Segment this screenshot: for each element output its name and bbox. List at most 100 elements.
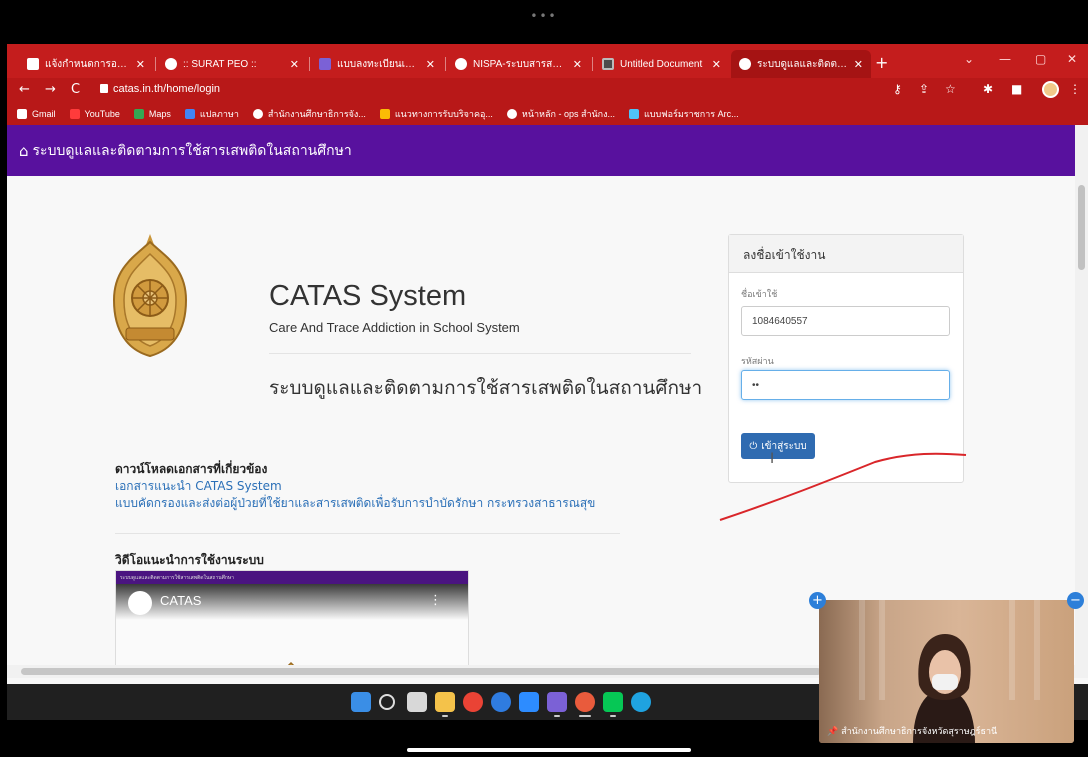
- pin-icon: 📌: [827, 727, 839, 737]
- web-page: ⌂ ระบบดูแลและติดตามการใช้สารเสพติดในสถาน…: [7, 125, 1075, 665]
- bookmark-forms[interactable]: แบบฟอร์มราชการ Arc...: [629, 107, 739, 121]
- extensions-puzzle-icon[interactable]: ✱: [983, 82, 993, 96]
- scrollbar-thumb[interactable]: [1078, 185, 1085, 270]
- password-input[interactable]: [741, 370, 950, 400]
- close-icon[interactable]: ✕: [712, 58, 721, 71]
- bookmark-maps[interactable]: Maps: [133, 109, 171, 119]
- address-bar: ← → C catas.in.th/home/login ⚷ ⇪ ☆ ✱ ■ ⋮: [7, 78, 1088, 103]
- zoom-icon[interactable]: [519, 692, 539, 712]
- bookmark-donation-guide[interactable]: แนวทางการรับบริจาคอุ...: [379, 107, 493, 121]
- window-close-icon[interactable]: ✕: [1067, 52, 1077, 66]
- tab-5[interactable]: Untitled Document ✕: [594, 50, 729, 78]
- username-input[interactable]: [741, 306, 950, 336]
- bookmark-youtube[interactable]: YouTube: [69, 109, 120, 119]
- line-icon[interactable]: [603, 692, 623, 712]
- divider: [115, 533, 620, 534]
- close-icon[interactable]: ✕: [290, 58, 299, 71]
- gmail-icon: [17, 109, 27, 119]
- bookmark-translate[interactable]: แปลภาษา: [184, 107, 239, 121]
- more-options-dots[interactable]: •••: [0, 9, 1088, 23]
- participant-video-tile[interactable]: 📌 สำนักงานศึกษาธิการจังหวัดสุราษฎร์ธานี: [819, 600, 1074, 743]
- tab-strip: แจ้งกำหนดการอบรมเชิ ✕ :: SURAT PEO :: ✕ …: [7, 44, 1088, 78]
- pdf-icon[interactable]: [547, 692, 567, 712]
- video-top-bar: ระบบดูแลและติดตามการใช้สารเสพติดในสถานศึ…: [116, 571, 468, 584]
- embedded-video-player[interactable]: ระบบดูแลและติดตามการใช้สารเสพติดในสถานศึ…: [115, 570, 469, 665]
- profile-avatar[interactable]: [1042, 81, 1059, 98]
- globe-icon: [252, 109, 263, 119]
- share-icon[interactable]: ⇪: [919, 82, 929, 96]
- lock-icon: [100, 84, 108, 93]
- bookmark-education-office[interactable]: สำนักงานศึกษาธิการจัง...: [252, 107, 366, 121]
- app-icon[interactable]: [491, 692, 511, 712]
- home-indicator[interactable]: [407, 748, 691, 752]
- navbar-brand[interactable]: ระบบดูแลและติดตามการใช้สารเสพติดในสถานศึ…: [33, 140, 352, 162]
- system-subtitle: Care And Trace Addiction in School Syste…: [269, 320, 520, 335]
- browser-window: แจ้งกำหนดการอบรมเชิ ✕ :: SURAT PEO :: ✕ …: [7, 44, 1088, 684]
- page-content: CATAS System Care And Trace Addiction in…: [7, 176, 1075, 665]
- form-icon: [319, 58, 331, 70]
- tab-2[interactable]: :: SURAT PEO :: ✕: [157, 50, 307, 78]
- task-view-icon[interactable]: [407, 692, 427, 712]
- back-arrow-icon[interactable]: ←: [19, 82, 30, 97]
- forward-arrow-icon[interactable]: →: [45, 82, 56, 97]
- minimize-video-icon[interactable]: −: [1067, 592, 1084, 609]
- screen-share-frame: ••• แจ้งกำหนดการอบรมเชิ ✕ :: SURAT PEO :…: [0, 0, 1088, 757]
- close-icon[interactable]: ✕: [426, 58, 435, 71]
- key-icon[interactable]: ⚷: [893, 82, 902, 96]
- new-tab-button[interactable]: +: [875, 53, 888, 72]
- participant-caption: 📌 สำนักงานศึกษาธิการจังหวัดสุราษฎร์ธานี: [827, 727, 998, 737]
- username-label: ชื่อเข้าใช้: [741, 290, 778, 300]
- edge-icon[interactable]: [631, 692, 651, 712]
- gmail-icon: [27, 58, 39, 70]
- power-icon: ⏻: [749, 440, 758, 452]
- reload-icon[interactable]: C: [71, 82, 80, 97]
- bookmark-gmail[interactable]: Gmail: [17, 109, 56, 119]
- url-field[interactable]: catas.in.th/home/login: [113, 83, 220, 95]
- video-menu-icon[interactable]: ⋮: [429, 593, 442, 608]
- kebab-menu-icon[interactable]: ⋮: [1069, 82, 1081, 96]
- search-icon[interactable]: [379, 694, 395, 710]
- login-panel-title: ลงชื่อเข้าใช้งาน: [729, 235, 963, 273]
- password-label: รหัสผ่าน: [741, 357, 774, 367]
- tab-1[interactable]: แจ้งกำหนดการอบรมเชิ ✕: [19, 50, 153, 78]
- system-title: CATAS System: [269, 280, 467, 312]
- vertical-scrollbar[interactable]: [1075, 125, 1088, 665]
- home-icon[interactable]: ⌂: [19, 142, 29, 160]
- add-icon[interactable]: +: [809, 592, 826, 609]
- bookmarks-bar: Gmail YouTube Maps แปลภาษา สำนักงานศึกษา…: [7, 103, 1088, 125]
- chrome-profile-icon[interactable]: [575, 692, 595, 712]
- close-icon[interactable]: ✕: [573, 58, 582, 71]
- windows-start-icon[interactable]: [351, 692, 371, 712]
- chrome-icon[interactable]: [463, 692, 483, 712]
- close-icon[interactable]: ✕: [136, 58, 145, 71]
- forms-icon: [629, 109, 639, 119]
- site-navbar: ⌂ ระบบดูแลและติดตามการใช้สารเสพติดในสถาน…: [7, 125, 1075, 176]
- tab-3[interactable]: แบบลงทะเบียนเพื่อรับเ ✕: [311, 50, 443, 78]
- tab-4[interactable]: NISPA-ระบบสารสนเทศ ✕: [447, 50, 590, 78]
- login-button-label: เข้าสู่ระบบ: [761, 440, 807, 452]
- download-link-screening-form[interactable]: แบบคัดกรองและส่งต่อผู้ป่วยที่ใช้ยาและสาร…: [115, 494, 595, 513]
- login-panel: ลงชื่อเข้าใช้งาน ชื่อเข้าใช้ รหัสผ่าน ⏻ …: [728, 234, 964, 483]
- sidepanel-icon[interactable]: ■: [1011, 82, 1022, 96]
- tab-6-active[interactable]: ระบบดูแลและติดตามการ ✕: [731, 50, 871, 78]
- divider: [269, 353, 691, 354]
- minimize-icon[interactable]: —: [999, 52, 1011, 66]
- bookmark-ops-home[interactable]: หน้าหลัก - ops สำนักง...: [506, 107, 615, 121]
- video-channel-name[interactable]: CATAS: [160, 593, 201, 608]
- scrollbar-thumb[interactable]: [21, 668, 821, 675]
- bookmark-star-icon[interactable]: ☆: [945, 82, 956, 96]
- close-icon[interactable]: ✕: [854, 58, 863, 71]
- login-button[interactable]: ⏻ เข้าสู่ระบบ: [741, 433, 815, 459]
- channel-logo-icon[interactable]: [128, 591, 152, 615]
- globe-icon: [506, 109, 517, 119]
- maps-icon: [133, 109, 144, 119]
- text-cursor: I: [770, 451, 775, 467]
- video-heading: วิดีโอแนะนำการใช้งานระบบ: [115, 553, 264, 567]
- ministry-emblem-logo: [112, 234, 188, 357]
- file-explorer-icon[interactable]: [435, 692, 455, 712]
- youtube-icon: [69, 109, 80, 119]
- maximize-icon[interactable]: ▢: [1035, 52, 1046, 66]
- drive-icon: [379, 109, 390, 119]
- tab-search-chevron-icon[interactable]: ⌄: [964, 52, 974, 66]
- globe-icon: [165, 58, 177, 70]
